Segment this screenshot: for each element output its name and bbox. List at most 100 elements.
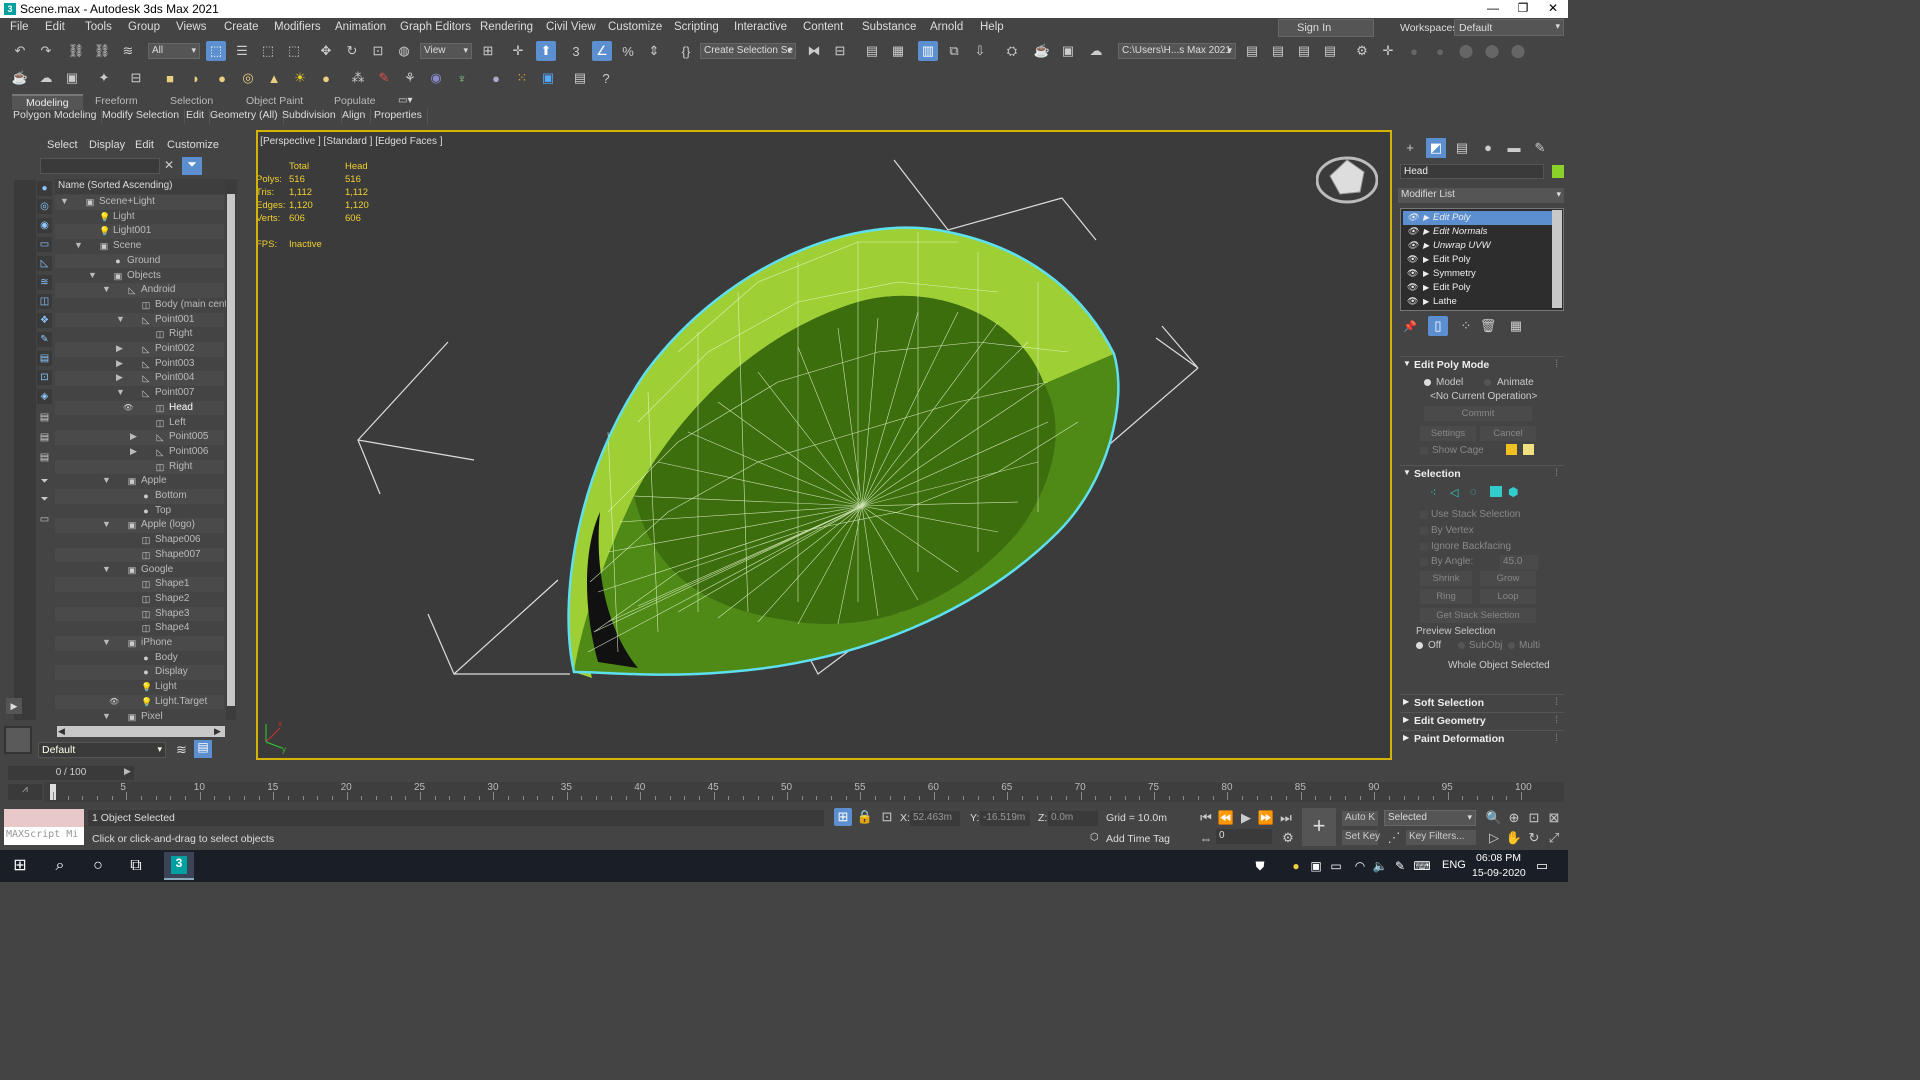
rollout-soft-selection[interactable]: Soft Selection⁞ bbox=[1400, 694, 1564, 710]
menu-group[interactable]: Group bbox=[128, 21, 160, 33]
shape-filter-icon[interactable]: ◎ bbox=[37, 199, 52, 214]
tray-app-icon[interactable]: ▣ bbox=[1306, 856, 1326, 876]
ribbon-tab-freeform[interactable]: Freeform bbox=[95, 95, 138, 107]
expand-arrow-icon[interactable]: ▶ bbox=[130, 431, 137, 442]
ribbon-panel-properties[interactable]: Properties bbox=[369, 109, 428, 124]
time-tag-icon[interactable]: ⬡ bbox=[1090, 832, 1099, 843]
add-time-tag[interactable]: Add Time Tag bbox=[1106, 833, 1170, 845]
modifier-list-dropdown[interactable]: Modifier List ▾ bbox=[1398, 188, 1564, 203]
tree-row[interactable]: ◫ Shape006 bbox=[55, 533, 224, 548]
head-mesh[interactable] bbox=[567, 226, 1120, 678]
render-cloud-icon[interactable]: ☁ bbox=[1086, 41, 1106, 61]
explorer-menu-edit[interactable]: Edit bbox=[135, 139, 154, 151]
auto-key-button[interactable]: Auto K bbox=[1342, 811, 1378, 826]
cone-icon[interactable]: ▲ bbox=[264, 68, 284, 88]
menu-interactive[interactable]: Interactive bbox=[734, 21, 787, 33]
tree-column-header[interactable]: Name (Sorted Ascending)▲ bbox=[55, 179, 238, 194]
modifier-stack-item[interactable]: 👁 ▶ Symmetry bbox=[1403, 267, 1553, 281]
next-key-icon[interactable]: ⏩ bbox=[1256, 808, 1276, 828]
menu-substance[interactable]: Substance bbox=[862, 21, 916, 33]
layer-manager-icon[interactable]: ▤ bbox=[862, 41, 882, 61]
material-editor-icon[interactable]: ⇩ bbox=[970, 41, 990, 61]
pivot-icon[interactable]: ⊞ bbox=[478, 41, 498, 61]
show-cage-checkbox[interactable] bbox=[1420, 447, 1428, 455]
tree-row[interactable]: ▼ ▣ Scene+Light bbox=[55, 195, 224, 210]
globe-icon[interactable]: ◉ bbox=[426, 68, 446, 88]
ribbon-panel-geometry-all-[interactable]: Geometry (All) bbox=[205, 109, 284, 124]
search-icon[interactable]: ⌕ bbox=[50, 856, 70, 876]
tree-row[interactable]: ◫ Shape007 bbox=[55, 547, 224, 563]
document-icon[interactable]: ▤ bbox=[570, 68, 590, 88]
tree-row[interactable]: ▼ ▣ Objects bbox=[55, 269, 224, 284]
border-mode-icon[interactable]: ◌ bbox=[1470, 486, 1477, 498]
particle-icon[interactable]: ⁂ bbox=[348, 68, 368, 88]
tree-row[interactable]: ● Body bbox=[55, 651, 224, 666]
paint-icon[interactable]: ✎ bbox=[374, 68, 394, 88]
tree-row[interactable]: ● Top bbox=[55, 504, 224, 519]
show-end-result-icon[interactable]: ▯ bbox=[1428, 316, 1448, 336]
lock-selection-icon[interactable]: 🔒 bbox=[856, 808, 874, 826]
keyboard-shortcut-icon[interactable]: ⬆ bbox=[536, 41, 556, 61]
menu-help[interactable]: Help bbox=[980, 21, 1004, 33]
find-icon[interactable]: ⏷ bbox=[37, 492, 52, 507]
modifier-eye-icon[interactable]: 👁 bbox=[1407, 281, 1418, 295]
collapse-arrow-icon[interactable]: ▼ bbox=[102, 711, 111, 721]
angle-spinner[interactable]: 45.0 bbox=[1500, 555, 1538, 570]
display-tab-icon[interactable]: ▬ bbox=[1504, 138, 1524, 158]
xref-filter-icon[interactable]: ❖ bbox=[37, 313, 52, 328]
filter-funnel-icon[interactable]: ⏷ bbox=[37, 474, 52, 489]
workspace-dropdown[interactable]: Default bbox=[1454, 19, 1564, 36]
selection-filter-dropdown[interactable]: All bbox=[148, 43, 200, 59]
tree-row[interactable]: ◫ Right bbox=[55, 459, 224, 475]
tree-scrollbar[interactable] bbox=[226, 180, 236, 720]
tree-row[interactable]: 👁 ◫ Head bbox=[55, 400, 224, 416]
ribbon-panel-subdivision[interactable]: Subdivision bbox=[277, 109, 342, 124]
modifier-expand-icon[interactable]: ▶ bbox=[1423, 225, 1429, 239]
named-selection-dropdown[interactable]: Create Selection Se bbox=[700, 43, 796, 59]
by-vertex-checkbox[interactable] bbox=[1420, 527, 1428, 535]
collapse-arrow-icon[interactable]: ▼ bbox=[102, 637, 111, 647]
explorer-thumbnail[interactable] bbox=[4, 726, 32, 754]
percent-snap-icon[interactable]: % bbox=[618, 41, 638, 61]
light-icon[interactable]: ✦ bbox=[94, 68, 114, 88]
tree-row[interactable]: ▼ ▣ Google bbox=[55, 563, 224, 578]
tree-row[interactable]: ◫ Shape1 bbox=[55, 577, 224, 592]
modifier-eye-icon[interactable]: 👁 bbox=[1407, 225, 1418, 239]
layer-explorer-icon[interactable]: ▤ bbox=[194, 740, 212, 758]
tree-row[interactable]: ▼ ▣ Apple (logo) bbox=[55, 518, 224, 534]
modifier-expand-icon[interactable]: ▶ bbox=[1423, 239, 1429, 253]
camera-filter-icon[interactable]: ▭ bbox=[37, 237, 52, 252]
dot-icon[interactable]: ● bbox=[1430, 41, 1450, 61]
tree-row[interactable]: ◫ Shape3 bbox=[55, 606, 224, 622]
modifier-expand-icon[interactable]: ▶ bbox=[1423, 253, 1429, 267]
schematic-view-icon[interactable]: ⧉ bbox=[944, 41, 964, 61]
expand-arrow-icon[interactable]: ▶ bbox=[116, 358, 123, 369]
image-icon[interactable]: ▣ bbox=[62, 68, 82, 88]
menu-create[interactable]: Create bbox=[224, 21, 259, 33]
modifier-expand-icon[interactable]: ▶ bbox=[1423, 267, 1429, 281]
sign-in-button[interactable]: Sign In bbox=[1278, 19, 1374, 37]
minimize-icon[interactable]: — bbox=[1478, 0, 1508, 18]
polygon-mode-icon[interactable] bbox=[1490, 486, 1502, 497]
modifier-eye-icon[interactable]: 👁 bbox=[1407, 211, 1418, 225]
tree-row[interactable]: 💡 Light bbox=[55, 680, 224, 695]
render-production-icon[interactable]: ▣ bbox=[1058, 41, 1078, 61]
commit-button[interactable]: Commit bbox=[1424, 406, 1532, 421]
key-selection-dropdown[interactable]: Selected bbox=[1384, 810, 1476, 826]
loop-button[interactable]: Loop bbox=[1480, 589, 1536, 604]
expand-arrow-icon[interactable]: ▶ bbox=[130, 446, 137, 457]
stack-scrollbar[interactable] bbox=[1552, 210, 1562, 308]
redo-icon[interactable]: ↷ bbox=[36, 41, 56, 61]
object-name-field[interactable]: Head bbox=[1400, 164, 1544, 179]
menu-customize[interactable]: Customize bbox=[608, 21, 662, 33]
curve-editor-icon[interactable]: ▥ bbox=[918, 41, 938, 61]
visibility-eye-icon[interactable]: 👁 bbox=[123, 403, 133, 413]
align-icon[interactable]: ⊟ bbox=[830, 41, 850, 61]
zoom-all-icon[interactable]: ⊕ bbox=[1504, 808, 1524, 828]
notifications-icon[interactable]: ▭ bbox=[1532, 856, 1552, 876]
menu-edit[interactable]: Edit bbox=[45, 21, 65, 33]
dome-icon[interactable]: ◗ bbox=[186, 68, 206, 88]
filter-icon[interactable]: ⏷ bbox=[182, 157, 202, 175]
mirror-icon[interactable]: ⧓ bbox=[804, 41, 824, 61]
collapse-arrow-icon[interactable]: ▼ bbox=[60, 196, 69, 206]
